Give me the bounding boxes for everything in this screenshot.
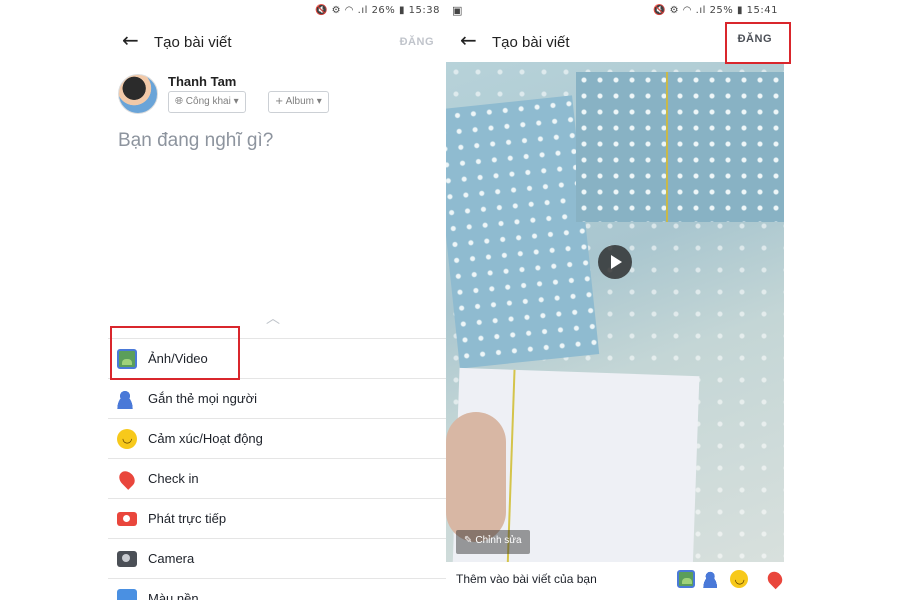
album-label: Album [285,96,314,107]
video-frame-toy [446,412,506,542]
menu-item-label: Camera [148,551,195,566]
chevron-up-icon[interactable]: ︿ [266,308,280,328]
feeling-emoji-icon[interactable] [729,570,748,588]
location-pin-icon[interactable] [764,568,784,590]
app-bar: ← Tạo bài viết ĐĂNG [108,22,446,62]
tag-people-icon [117,389,137,409]
menu-item-background[interactable]: Màu nền [108,578,446,600]
globe-icon: 🌐︎ [175,96,183,107]
avatar [118,74,158,114]
live-video-icon [117,512,137,526]
location-pin-icon [116,468,138,490]
add-to-post-bar[interactable]: Thêm vào bài viết của bạn [446,562,784,600]
composer-input[interactable]: Bạn đang nghĩ gì? [118,130,273,152]
add-to-post-label: Thêm vào bài viết của bạn [456,572,597,586]
dropdown-arrow-icon: ▾ [316,96,322,107]
edit-label: Chỉnh sửa [475,535,522,546]
privacy-selector[interactable]: 🌐︎ Công khai ▾ [168,91,246,113]
arrow-left-icon[interactable]: ← [460,30,477,50]
highlight-box-photo-video [110,326,240,380]
highlight-box-post-button [725,22,791,64]
dropdown-arrow-icon: ▾ [233,96,239,107]
add-to-post-icons [673,568,784,590]
arrow-left-icon[interactable]: ← [122,30,139,50]
plus-icon: + [275,96,284,107]
photo-video-icon[interactable] [676,570,695,588]
menu-item-label: Check in [148,471,199,486]
camera-icon [117,551,137,567]
create-post-screen-right: ▣ 🔇 ⚙ ◠ .ıl 25% ▮ 15:41 ← Tạo bài viết Đ… [446,0,784,600]
privacy-label: Công khai [185,96,231,107]
menu-item-label: Màu nền [148,591,199,600]
background-color-icon [117,589,137,600]
page-title: Tạo bài viết [492,34,570,51]
status-bar: ▣ 🔇 ⚙ ◠ .ıl 25% ▮ 15:41 [446,0,784,22]
user-name: Thanh Tam [168,74,237,89]
create-post-screen-left: 🔇 ⚙ ◠ .ıl 26% ▮ 15:38 ← Tạo bài viết ĐĂN… [108,0,446,600]
gallery-notification-icon: ▣ [452,5,463,17]
menu-item-camera[interactable]: Camera [108,538,446,578]
user-row: Thanh Tam 🌐︎ Công khai ▾ + Album ▾ [118,70,446,118]
feeling-emoji-icon [117,429,137,449]
edit-video-button[interactable]: ✎ Chỉnh sửa [456,530,530,554]
magic-wand-icon: ✎ [464,535,473,546]
post-button[interactable]: ĐĂNG [400,36,434,48]
menu-item-label: Cảm xúc/Hoạt động [148,431,263,446]
menu-item-feeling[interactable]: Cảm xúc/Hoạt động [108,418,446,458]
play-icon[interactable] [598,245,632,279]
menu-item-live[interactable]: Phát trực tiếp [108,498,446,538]
video-preview[interactable]: ✎ Chỉnh sửa [446,62,784,562]
menu-item-check-in[interactable]: Check in [108,458,446,498]
status-icons: 🔇 ⚙ ◠ .ıl 26% ▮ 15:38 [314,5,440,16]
menu-item-label: Phát trực tiếp [148,511,227,526]
status-bar: 🔇 ⚙ ◠ .ıl 26% ▮ 15:38 [108,0,446,22]
menu-item-label: Gắn thẻ mọi người [148,391,258,406]
status-icons: 🔇 ⚙ ◠ .ıl 25% ▮ 15:41 [652,5,778,16]
page-title: Tạo bài viết [154,34,232,51]
album-selector[interactable]: + Album ▾ [268,91,329,113]
tag-people-icon[interactable] [703,570,722,588]
menu-item-tag-people[interactable]: Gắn thẻ mọi người [108,378,446,418]
video-frame-envelope [576,72,784,222]
